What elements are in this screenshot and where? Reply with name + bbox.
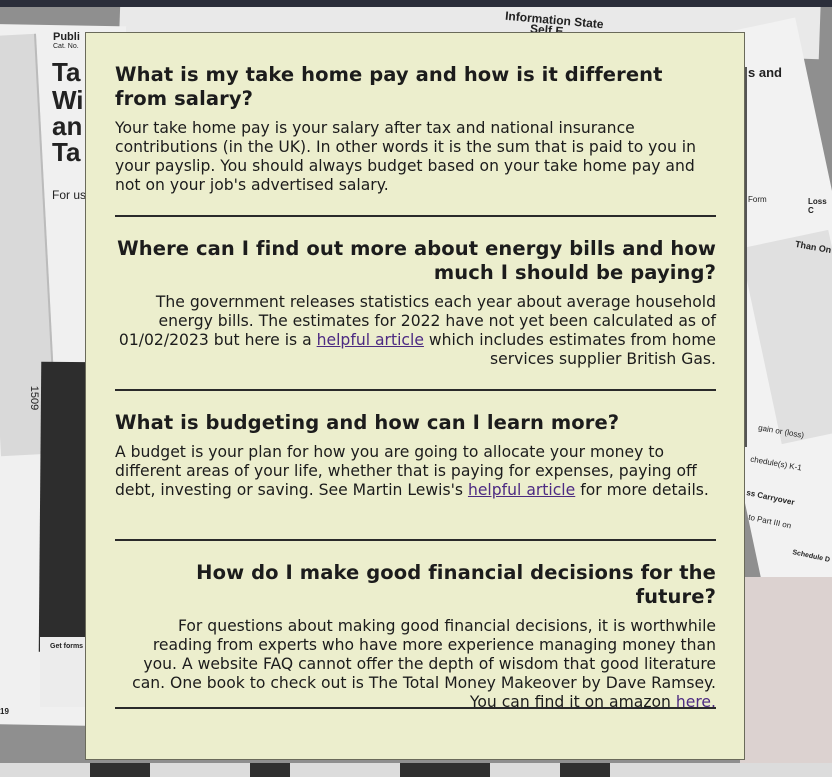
bg-text: Publi bbox=[53, 31, 80, 43]
bg-text: Cat. No. bbox=[53, 43, 79, 50]
faq-answer: The government releases statistics each … bbox=[115, 293, 716, 369]
bg-blot bbox=[250, 763, 290, 777]
faq-panel: What is my take home pay and how is it d… bbox=[85, 32, 745, 760]
bg-text: Form bbox=[748, 195, 767, 204]
bg-blot bbox=[560, 763, 610, 777]
faq-answer: A budget is your plan for how you are go… bbox=[115, 443, 716, 500]
faq-answer-text: For questions about making good financia… bbox=[132, 617, 716, 711]
bg-text: Get forms bbox=[50, 643, 84, 650]
bg-blot bbox=[90, 763, 150, 777]
bg-paper-right-pink bbox=[740, 577, 832, 763]
faq-item: How do I make good financial decisions f… bbox=[115, 561, 716, 712]
divider bbox=[115, 707, 716, 709]
helpful-article-link[interactable]: helpful article bbox=[468, 481, 575, 499]
faq-question: How do I make good financial decisions f… bbox=[196, 561, 716, 608]
divider bbox=[115, 215, 716, 217]
faq-question: What is my take home pay and how is it d… bbox=[115, 63, 663, 110]
faq-answer: Your take home pay is your salary after … bbox=[115, 119, 697, 194]
faq-answer-text: for more details. bbox=[575, 481, 709, 499]
faq-answer: For questions about making good financia… bbox=[115, 617, 716, 712]
bg-text: Ta bbox=[52, 137, 81, 167]
faq-question: Where can I find out more about energy b… bbox=[117, 237, 716, 284]
bg-line bbox=[745, 67, 747, 447]
bg-text: Loss C bbox=[808, 197, 827, 215]
faq-item: What is my take home pay and how is it d… bbox=[115, 63, 716, 195]
divider bbox=[115, 389, 716, 391]
bg-blot bbox=[400, 763, 490, 777]
faq-item: Where can I find out more about energy b… bbox=[115, 237, 716, 369]
bg-text: For us bbox=[52, 188, 87, 202]
divider bbox=[115, 539, 716, 541]
helpful-article-link[interactable]: helpful article bbox=[317, 331, 424, 349]
bg-text: 19 bbox=[0, 707, 9, 716]
bg-text: 1509 bbox=[28, 385, 41, 411]
faq-question: What is budgeting and how can I learn mo… bbox=[115, 411, 620, 434]
faq-item: What is budgeting and how can I learn mo… bbox=[115, 411, 716, 500]
bg-text: s and bbox=[748, 65, 782, 80]
bg-bottom-strip bbox=[0, 763, 832, 777]
bg-text: Ta bbox=[52, 57, 81, 87]
faq-answer-text: which includes estimates from home servi… bbox=[423, 331, 716, 368]
